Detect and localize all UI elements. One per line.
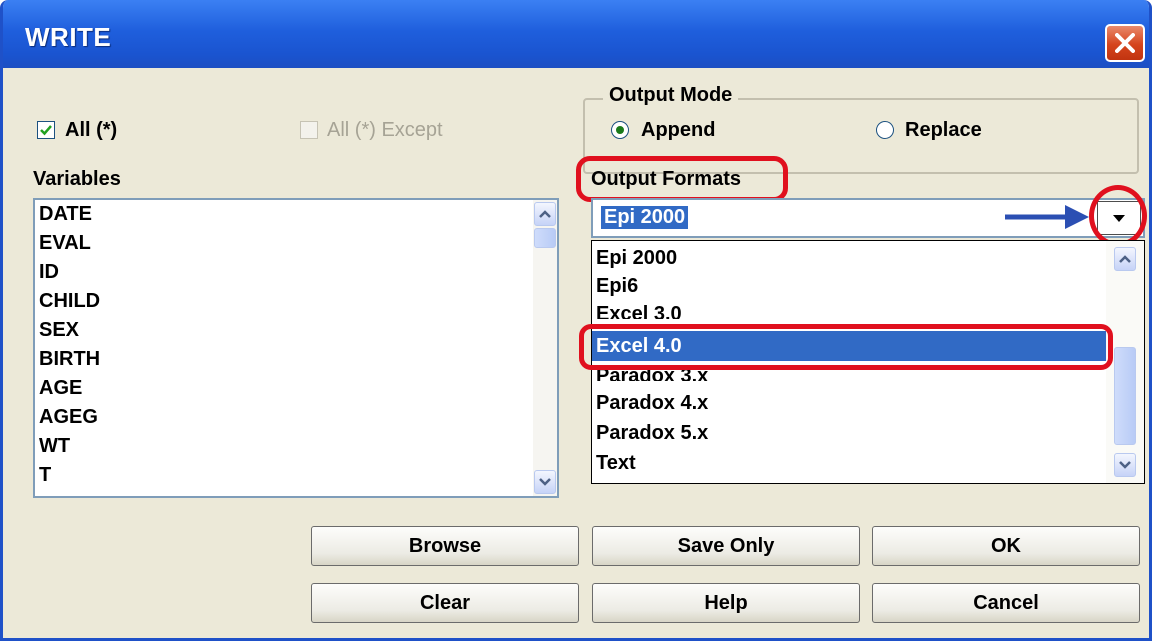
list-item[interactable]: Paradox 4.x [596, 388, 708, 418]
output-mode-label: Output Mode [603, 84, 739, 107]
dialog-body: All (*) All (*) Except Variables DATE EV… [3, 68, 1149, 638]
variables-listbox[interactable]: DATE EVAL ID CHILD SEX BIRTH AGE AGEG WT… [33, 198, 559, 498]
clear-button[interactable]: Clear [311, 583, 579, 623]
scroll-down-button[interactable] [1114, 453, 1136, 477]
all-checkbox-label[interactable]: All (*) [65, 119, 117, 142]
output-formats-selected: Epi 2000 [601, 206, 689, 229]
close-button[interactable] [1105, 24, 1145, 62]
list-item[interactable]: Epi6 [596, 271, 638, 301]
excel-4-highlight [579, 324, 1113, 370]
title-bar[interactable]: WRITE [3, 0, 1149, 68]
append-radio-label[interactable]: Append [641, 119, 715, 142]
list-item[interactable]: EVAL [39, 232, 91, 255]
list-item[interactable]: DATE [39, 203, 92, 226]
all-except-checkbox[interactable] [300, 121, 318, 139]
browse-button[interactable]: Browse [311, 526, 579, 566]
scroll-down-button[interactable] [534, 470, 556, 494]
radio-dot [616, 126, 624, 134]
help-button[interactable]: Help [592, 583, 860, 623]
list-item[interactable]: SEX [39, 319, 79, 342]
checkmark-icon [40, 125, 52, 136]
scroll-up-button[interactable] [534, 202, 556, 226]
output-formats-highlight [576, 156, 788, 202]
chevron-down-icon [1119, 461, 1131, 469]
scroll-thumb[interactable] [1114, 347, 1136, 445]
list-item[interactable]: T [39, 464, 51, 487]
chevron-up-icon [1119, 255, 1131, 263]
all-except-checkbox-label[interactable]: All (*) Except [327, 119, 443, 142]
write-dialog: WRITE All (*) All (*) Except Variables D… [0, 0, 1152, 641]
list-item[interactable]: Text [596, 448, 636, 478]
append-radio[interactable] [611, 121, 629, 139]
list-item[interactable]: Excel 3.0 [596, 299, 682, 319]
chevron-down-icon [539, 478, 551, 486]
all-checkbox[interactable] [37, 121, 55, 139]
ok-button[interactable]: OK [872, 526, 1140, 566]
chevron-up-icon [539, 210, 551, 218]
arrow-right-icon [1005, 205, 1089, 229]
close-icon [1115, 33, 1135, 53]
list-item[interactable]: CHILD [39, 290, 100, 313]
save-only-button[interactable]: Save Only [592, 526, 860, 566]
list-item[interactable]: AGE [39, 377, 82, 400]
replace-radio-label[interactable]: Replace [905, 119, 982, 142]
cancel-button[interactable]: Cancel [872, 583, 1140, 623]
list-item[interactable]: AGEG [39, 406, 98, 429]
list-item[interactable]: Epi 2000 [596, 243, 677, 273]
replace-radio[interactable] [876, 121, 894, 139]
scroll-thumb[interactable] [534, 228, 556, 248]
variables-label: Variables [33, 168, 121, 190]
scroll-up-button[interactable] [1114, 247, 1136, 271]
list-item[interactable]: Paradox 5.x [596, 418, 708, 448]
variables-scrollbar[interactable] [533, 200, 557, 496]
list-item[interactable]: WT [39, 435, 70, 458]
list-item[interactable]: ID [39, 261, 59, 284]
dropdown-button-highlight [1089, 185, 1147, 247]
window-title: WRITE [25, 22, 112, 52]
list-item[interactable]: BIRTH [39, 348, 100, 371]
